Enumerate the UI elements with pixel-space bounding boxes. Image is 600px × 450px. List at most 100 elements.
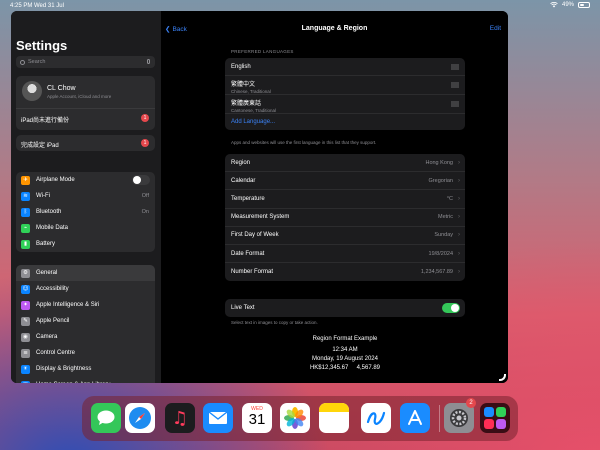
sidebar-title: Settings — [16, 38, 68, 53]
live-text-card: Live Text — [225, 299, 465, 317]
siri-icon: ✦ — [21, 300, 30, 310]
setting-first-day-of-week[interactable]: First Day of Week Sunday › — [225, 227, 465, 245]
sidebar-item-value: Off — [141, 193, 149, 199]
live-text-toggle[interactable] — [442, 303, 460, 314]
photos-icon[interactable] — [280, 403, 310, 433]
example-title: Region Format Example — [312, 336, 378, 342]
settings-sidebar: Settings Search CL Chow Apple Account, i… — [11, 11, 161, 383]
microphone-icon[interactable] — [147, 59, 150, 64]
avatar[interactable] — [22, 81, 42, 101]
setting-measurement-system[interactable]: Measurement System Metric › — [225, 209, 465, 227]
sidebar-item-label: Apple Pencil — [36, 318, 70, 324]
safari-icon[interactable] — [125, 403, 155, 433]
setting-value: Gregorian — [428, 177, 453, 184]
sidebar-item-general[interactable]: ⚙ General — [16, 265, 155, 281]
status-right: 49% — [550, 2, 590, 8]
chevron-right-icon: › — [458, 195, 460, 202]
region-settings-card: Region Hong Kong › Calendar Gregorian › Temper… — [225, 154, 465, 282]
sidebar-item-label: Airplane Mode — [36, 177, 75, 183]
settings-badge: 2 — [466, 398, 476, 408]
language-name: 繁體廣東話 — [231, 101, 262, 107]
search-icon — [20, 59, 25, 65]
profile-subtitle: Apple Account, iCloud and more — [47, 94, 112, 99]
backup-badge: 1 — [141, 114, 149, 122]
calendar-icon[interactable]: WED 31 — [242, 403, 272, 433]
mobile-data-icon: ⌁ — [21, 223, 30, 233]
reorder-handle-icon[interactable] — [451, 101, 459, 107]
sidebar-item-label: General — [36, 270, 58, 276]
sidebar-item-label: Wi-Fi — [36, 193, 50, 199]
setting-calendar[interactable]: Calendar Gregorian › — [225, 172, 465, 191]
status-time: 4:25 PM — [10, 3, 33, 9]
sidebar-item-battery[interactable]: ▮ Battery — [16, 236, 155, 252]
example-time: 12:34 AM — [332, 347, 358, 353]
sidebar-item-airplane-mode[interactable]: ✈ Airplane Mode — [16, 172, 155, 188]
edit-button[interactable]: Edit — [490, 25, 501, 32]
sidebar-item-label: Display & Brightness — [36, 366, 92, 372]
sidebar-item-wi-fi[interactable]: ≋ Wi-Fi Off — [16, 188, 155, 204]
sidebar-item-label: Accessibility — [36, 286, 69, 292]
sidebar-item-home-screen-app-library[interactable]: ▦ Home Screen & App Library — [16, 377, 155, 383]
app-store-icon[interactable] — [400, 403, 430, 433]
divider — [16, 108, 155, 109]
reorder-handle-icon[interactable] — [451, 82, 459, 88]
mail-icon[interactable] — [203, 403, 233, 433]
sidebar-item-display-brightness[interactable]: ☀ Display & Brightness — [16, 361, 155, 377]
sidebar-item-apple-intelligence-siri[interactable]: ✦ Apple Intelligence & Siri — [16, 297, 155, 313]
setting-number-format[interactable]: Number Format 1,234,567.89 › — [225, 263, 465, 281]
setting-region[interactable]: Region Hong Kong › — [225, 154, 465, 173]
sidebar-item-bluetooth[interactable]: ᛒ Bluetooth On — [16, 204, 155, 220]
setting-label: Date Format — [231, 250, 265, 257]
chevron-right-icon: › — [458, 269, 460, 276]
calendar-date: 31 — [248, 411, 266, 428]
sidebar-item-label: Camera — [36, 334, 58, 340]
reorder-handle-icon[interactable] — [451, 64, 459, 69]
music-icon[interactable]: ♫ — [165, 403, 195, 433]
setting-value: 1,234,567.89 — [420, 269, 453, 276]
language-row[interactable]: 繁體廣東話 Cantonese, Traditional — [225, 95, 465, 114]
profile-name[interactable]: CL Chow — [47, 85, 76, 92]
setting-temperature[interactable]: Temperature °C › — [225, 190, 465, 209]
sidebar-item-apple-pencil[interactable]: ✎ Apple Pencil — [16, 313, 155, 329]
language-row[interactable]: English — [225, 58, 465, 76]
language-region-pane: ❮ Back Language & Region Edit PREFERRED … — [161, 11, 508, 383]
app-library-icon[interactable] — [480, 403, 510, 433]
accessibility-icon: ☺ — [21, 284, 30, 294]
setting-label: Calendar — [231, 177, 256, 184]
sidebar-item-mobile-data[interactable]: ⌁ Mobile Data — [16, 220, 155, 236]
freeform-icon[interactable] — [361, 403, 391, 433]
chevron-right-icon: › — [458, 250, 460, 257]
sidebar-item-camera[interactable]: ◉ Camera — [16, 329, 155, 345]
chevron-right-icon: › — [458, 159, 460, 166]
setup-label: 完成設定 iPad — [21, 143, 59, 149]
chevron-right-icon: › — [458, 214, 460, 221]
live-text-label: Live Text — [231, 305, 255, 312]
sidebar-item-value: On — [141, 209, 149, 215]
messages-icon[interactable] — [91, 403, 121, 433]
setting-value: Hong Kong — [425, 159, 453, 166]
sidebar-item-accessibility[interactable]: ☺ Accessibility — [16, 281, 155, 297]
brightness-icon: ☀ — [21, 364, 30, 374]
setting-date-format[interactable]: Date Format 19/8/2024 › — [225, 245, 465, 264]
setting-value: 19/8/2024 — [428, 250, 453, 257]
backup-item[interactable]: iPad尚未進行備份 — [21, 115, 69, 124]
sidebar-item-label: Bluetooth — [36, 209, 62, 215]
notes-icon[interactable] — [319, 403, 349, 433]
region-format-example: Region Format Example 12:34 AM Monday, 1… — [225, 335, 465, 373]
dock: ♫ WED 31 2 — [82, 396, 518, 441]
wifi-icon: ≋ — [21, 191, 30, 201]
language-row[interactable]: 繁體中文 Chinese, Traditional — [225, 76, 465, 95]
wifi-status-icon — [550, 2, 558, 8]
page-title: Language & Region — [301, 25, 368, 32]
language-name: 繁體中文 — [231, 82, 256, 88]
status-date: Wed 31 Jul — [34, 3, 64, 9]
sidebar-item-control-centre[interactable]: ≡ Control Centre — [16, 345, 155, 361]
add-language-button[interactable]: Add Language... — [225, 114, 465, 130]
search-input[interactable]: Search — [16, 56, 155, 68]
language-subtitle: Cantonese, Traditional — [231, 108, 277, 113]
example-date: Monday, 19 August 2024 — [312, 356, 378, 362]
sidebar-item-label: Battery — [36, 241, 56, 247]
airplane-mode-toggle[interactable] — [132, 175, 150, 185]
setup-card[interactable]: 完成設定 iPad 1 — [16, 135, 155, 151]
setup-badge: 1 — [141, 139, 149, 147]
